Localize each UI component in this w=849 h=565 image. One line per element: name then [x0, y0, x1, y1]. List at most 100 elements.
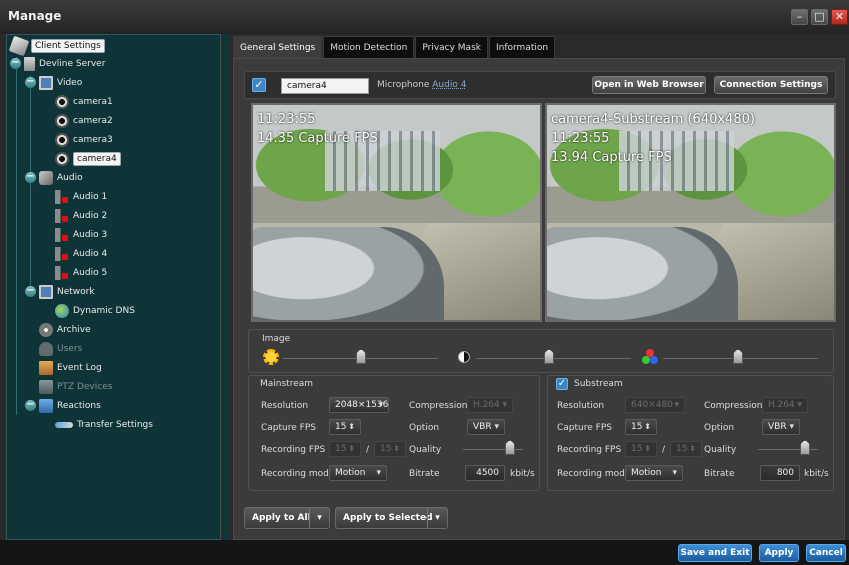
color-icon	[642, 349, 658, 365]
main-resolution-select[interactable]: 2048×1536	[329, 397, 389, 413]
tree-item-audio[interactable]: Audio	[39, 169, 83, 186]
main-bitrate-input[interactable]: 4500	[465, 465, 505, 481]
recording-fps-label: Recording FPS	[261, 445, 326, 455]
tree-item-audio1[interactable]: Audio 1	[55, 188, 107, 205]
sub-resolution-select[interactable]: 640×480	[625, 397, 685, 413]
tree-item-camera3[interactable]: camera3	[55, 131, 113, 148]
tree-item-camera4[interactable]: camera4	[55, 150, 121, 167]
option-label: Option	[409, 423, 440, 433]
color-slider[interactable]	[733, 349, 743, 364]
tree-item-client-settings[interactable]: Client Settings	[8, 35, 105, 56]
event-log-icon	[39, 360, 53, 375]
main-fps: 14.35 Capture FPS	[257, 131, 378, 146]
main-compression-select[interactable]: H.264	[467, 397, 513, 413]
recording-mode-label: Recording mode	[261, 469, 335, 479]
contrast-slider[interactable]	[544, 349, 554, 364]
main-capture-fps-spinner[interactable]: 15	[329, 419, 361, 435]
manage-window: Manage – □ ✕ Client Settings − Devline S…	[0, 0, 849, 565]
collapse-video-icon[interactable]: −	[25, 77, 36, 88]
substream-group: ✓ Substream Resolution 640×480 Compressi…	[547, 375, 834, 491]
cancel-button[interactable]: Cancel	[806, 544, 846, 562]
tree-item-transfer-settings[interactable]: Transfer Settings	[55, 416, 153, 433]
sub-option-select[interactable]: VBR	[762, 419, 800, 435]
sub-resolution-label: Resolution	[557, 401, 605, 411]
tree-item-reactions[interactable]: Reactions	[39, 397, 101, 414]
sub-recording-fps-b[interactable]: 15	[670, 441, 702, 457]
tree-item-audio2[interactable]: Audio 2	[55, 207, 107, 224]
sub-bitrate-input[interactable]: 800	[760, 465, 800, 481]
main-recording-mode-select[interactable]: Motion	[329, 465, 387, 481]
collapse-reactions-icon[interactable]: −	[25, 400, 36, 411]
substream-checkbox[interactable]: ✓	[556, 378, 568, 390]
sub-recording-fps-a[interactable]: 15	[625, 441, 657, 457]
tree-item-event-log[interactable]: Event Log	[39, 359, 102, 376]
tab-privacy-mask[interactable]: Privacy Mask	[415, 36, 488, 58]
sub-quality-slider[interactable]	[800, 440, 810, 455]
microphone-link[interactable]: Audio 4	[432, 80, 466, 90]
main-option-select[interactable]: VBR	[467, 419, 505, 435]
minimize-button[interactable]: –	[791, 9, 808, 25]
substream-title: Substream	[574, 379, 623, 389]
speaker-muted-icon	[55, 246, 69, 261]
tree-item-ptz-devices[interactable]: PTZ Devices	[39, 378, 112, 395]
tree-item-audio4[interactable]: Audio 4	[55, 245, 107, 262]
collapse-network-icon[interactable]: −	[25, 286, 36, 297]
camera-icon	[55, 132, 69, 147]
camera-icon	[55, 151, 69, 166]
tree-item-dynamic-dns[interactable]: Dynamic DNS	[55, 302, 135, 319]
camera-name-input[interactable]: camera4	[281, 78, 369, 94]
camera-enabled-checkbox[interactable]: ✓	[252, 78, 266, 92]
tree-item-network[interactable]: Network	[39, 283, 95, 300]
speaker-muted-icon	[55, 208, 69, 223]
server-icon	[24, 56, 35, 71]
main-time: 11:23:55	[257, 112, 316, 127]
panel-splitter[interactable]	[224, 34, 230, 540]
sub-compression-select[interactable]: H.264	[762, 397, 808, 413]
brightness-slider[interactable]	[356, 349, 366, 364]
sub-name: camera4-Substream (640x480)	[551, 112, 755, 127]
tab-information[interactable]: Information	[488, 36, 556, 58]
capture-fps-label: Capture FPS	[261, 423, 316, 433]
apply-to-selected-button[interactable]: Apply to Selected ▾	[335, 507, 448, 529]
main-recording-fps-b[interactable]: 15	[374, 441, 406, 457]
tree-item-archive[interactable]: Archive	[39, 321, 91, 338]
main-quality-slider[interactable]	[505, 440, 515, 455]
settings-tree: Client Settings − Devline Server − Video…	[6, 34, 221, 540]
tree-item-devline-server[interactable]: Devline Server	[24, 55, 105, 72]
collapse-server-icon[interactable]: −	[10, 58, 21, 69]
open-web-browser-button[interactable]: Open in Web Browser	[592, 76, 706, 94]
tree-item-audio3[interactable]: Audio 3	[55, 226, 107, 243]
transfer-icon	[55, 421, 73, 428]
apply-all-dropdown-icon[interactable]: ▾	[309, 508, 329, 528]
tab-general-settings[interactable]: General Settings	[233, 36, 323, 58]
tree-item-users[interactable]: Users	[39, 340, 82, 357]
apply-selected-dropdown-icon[interactable]: ▾	[427, 508, 447, 528]
sub-recording-mode-label: Recording mode	[557, 469, 631, 479]
connection-settings-button[interactable]: Connection Settings	[714, 76, 828, 94]
mainstream-group: Mainstream Resolution 2048×1536 Compress…	[248, 375, 540, 491]
tree-item-camera2[interactable]: camera2	[55, 112, 113, 129]
close-button[interactable]: ✕	[831, 9, 848, 25]
tree-item-camera1[interactable]: camera1	[55, 93, 113, 110]
sub-recording-mode-select[interactable]: Motion	[625, 465, 683, 481]
apply-button[interactable]: Apply	[759, 544, 799, 562]
maximize-button[interactable]: □	[811, 9, 828, 25]
quality-label: Quality	[409, 445, 442, 455]
microphone-label: Microphone Audio 4	[377, 80, 467, 90]
sub-capture-fps-spinner[interactable]: 15	[625, 419, 657, 435]
bitrate-label: Bitrate	[409, 469, 440, 479]
tree-item-audio5[interactable]: Audio 5	[55, 264, 107, 281]
sub-bitrate-unit: kbit/s	[804, 469, 829, 479]
mainstream-preview: 11:23:55 14.35 Capture FPS	[251, 103, 542, 322]
save-and-exit-button[interactable]: Save and Exit	[678, 544, 752, 562]
main-recording-fps-a[interactable]: 15	[329, 441, 361, 457]
reactions-icon	[39, 398, 53, 413]
speaker-muted-icon	[55, 227, 69, 242]
brightness-icon	[263, 349, 279, 365]
apply-to-all-button[interactable]: Apply to All ▾	[244, 507, 330, 529]
sub-recording-fps-label: Recording FPS	[557, 445, 622, 455]
tree-item-video[interactable]: Video	[39, 74, 82, 91]
users-icon	[39, 341, 53, 356]
tab-motion-detection[interactable]: Motion Detection	[323, 36, 415, 58]
collapse-audio-icon[interactable]: −	[25, 172, 36, 183]
